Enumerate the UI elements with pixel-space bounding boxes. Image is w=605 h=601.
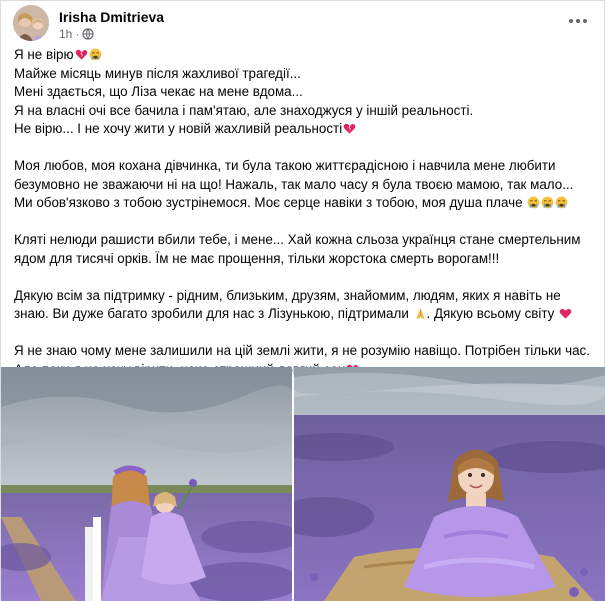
crying-face-icon [89, 48, 102, 61]
post-text-line: Майже місяць минув після жахливої трагед… [14, 65, 594, 84]
post-paragraph: Я не вірю Майже місяць минув після жахлив… [14, 46, 594, 139]
dot-icon [583, 19, 587, 23]
post-text-line: Я не знаю чому мене залишили на цій земл… [14, 342, 594, 361]
heart-broken-icon [343, 122, 356, 135]
post-text-line: Ми обов'язково з тобою зустрінемося. Моє… [14, 194, 594, 213]
post-text-line: знаю. Ви дуже багато зробили для нас з Л… [14, 305, 594, 324]
photo-grid [1, 367, 605, 601]
separator-dot: · [75, 27, 80, 41]
author-name[interactable]: Irisha Dmitrieva [59, 9, 164, 25]
post-text-line: Не вірю... І не хочу жити у новій жахлив… [14, 120, 594, 139]
author-avatar[interactable] [13, 5, 49, 41]
post-text-segment: безумовно не зважаючи ні на що! Нажаль, … [14, 176, 574, 192]
post-text-segment: Майже місяць минув після жахливої трагед… [14, 65, 301, 81]
post-text-segment: Я не вірю [14, 47, 74, 62]
more-options-button[interactable] [566, 11, 590, 31]
post-text-line: Кляті нелюди рашисти вбили тебе, і мене.… [14, 231, 594, 250]
post-text-segment: Кляті нелюди рашисти вбили тебе, і мене.… [14, 232, 581, 247]
post-text-segment: Я на власні очі все бачила і пам'ятаю, а… [14, 102, 474, 118]
post-text-line: Я на власні очі все бачила і пам'ятаю, а… [14, 102, 594, 121]
post-text-segment: . Дякую всьому світу [426, 306, 559, 321]
post-text-segment: ядом для тисячі орків. Їм не має прощенн… [14, 250, 500, 266]
post-text-segment: Ми обов'язково з тобою зустрінемося. Моє… [14, 195, 527, 210]
post-paragraph: Дякую всім за підтримку - рідним, близьк… [14, 287, 594, 324]
post-header: Irisha Dmitrieva 1h · [13, 5, 594, 45]
post-text-segment: Я не знаю чому мене залишили на цій земл… [14, 343, 590, 358]
post-time[interactable]: 1h [59, 27, 72, 41]
dot-icon [569, 19, 573, 23]
post-text-line: Я не вірю [14, 46, 594, 65]
post-text-line: Моя любов, моя кохана дівчинка, ти була … [14, 157, 594, 176]
crying-face-icon [555, 196, 568, 209]
praying-hands-icon [414, 307, 427, 320]
post-paragraph: Моя любов, моя кохана дівчинка, ти була … [14, 157, 594, 213]
photo-mother-daughter-lavender[interactable] [1, 367, 292, 601]
post-paragraph: Кляті нелюди рашисти вбили тебе, і мене.… [14, 231, 594, 268]
post-meta: 1h · [59, 27, 94, 41]
globe-icon[interactable] [82, 28, 94, 40]
post-text-line: безумовно не зважаючи ні на що! Нажаль, … [14, 176, 594, 195]
post-text-line: ядом для тисячі орків. Їм не має прощенн… [14, 250, 594, 269]
post-text: Я не вірю Майже місяць минув після жахлив… [14, 46, 594, 379]
heart-broken-icon [75, 48, 88, 61]
post-text-segment: Мені здається, що Ліза чекає на мене вдо… [14, 84, 303, 99]
crying-face-icon [527, 196, 540, 209]
red-heart-icon [559, 307, 572, 320]
post-text-segment: знаю. Ви дуже багато зробили для нас з Л… [14, 306, 413, 321]
post-text-segment: Не вірю... І не хочу жити у новій жахлив… [14, 121, 343, 136]
post-text-segment: Дякую всім за підтримку - рідним, близьк… [14, 287, 561, 303]
post-text-line: Дякую всім за підтримку - рідним, близьк… [14, 287, 594, 306]
photo-girl-lavender-field[interactable] [294, 367, 605, 601]
post-text-line: Мені здається, що Ліза чекає на мене вдо… [14, 83, 594, 102]
dot-icon [576, 19, 580, 23]
crying-face-icon [541, 196, 554, 209]
post-text-segment: Моя любов, моя кохана дівчинка, ти була … [14, 158, 556, 173]
facebook-post: Irisha Dmitrieva 1h · Я не вірю Майже міс… [0, 0, 605, 601]
